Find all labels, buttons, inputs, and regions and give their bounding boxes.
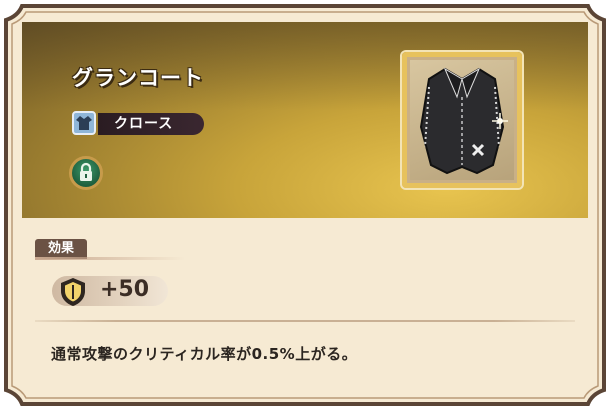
item-thumbnail	[402, 52, 522, 188]
effect-description: 通常攻撃のクリティカル率が0.5%上がる。	[51, 345, 358, 363]
item-name: グランコート	[72, 66, 204, 90]
item-detail-card: グランコート クロース 効果 +50 通常攻撃のクリティカル率が0.5%上がる。	[0, 0, 610, 410]
clothing-icon	[72, 111, 96, 135]
stat-bonus-value: +50	[100, 277, 150, 302]
defense-shield-icon	[57, 276, 89, 308]
category-badge: クロース	[98, 113, 204, 135]
section-divider	[35, 320, 575, 322]
lock-icon	[80, 162, 92, 181]
effect-underline	[35, 257, 185, 260]
lock-toggle-button[interactable]	[69, 156, 103, 190]
coat-icon	[419, 67, 508, 175]
effect-section-label: 効果	[35, 239, 87, 259]
